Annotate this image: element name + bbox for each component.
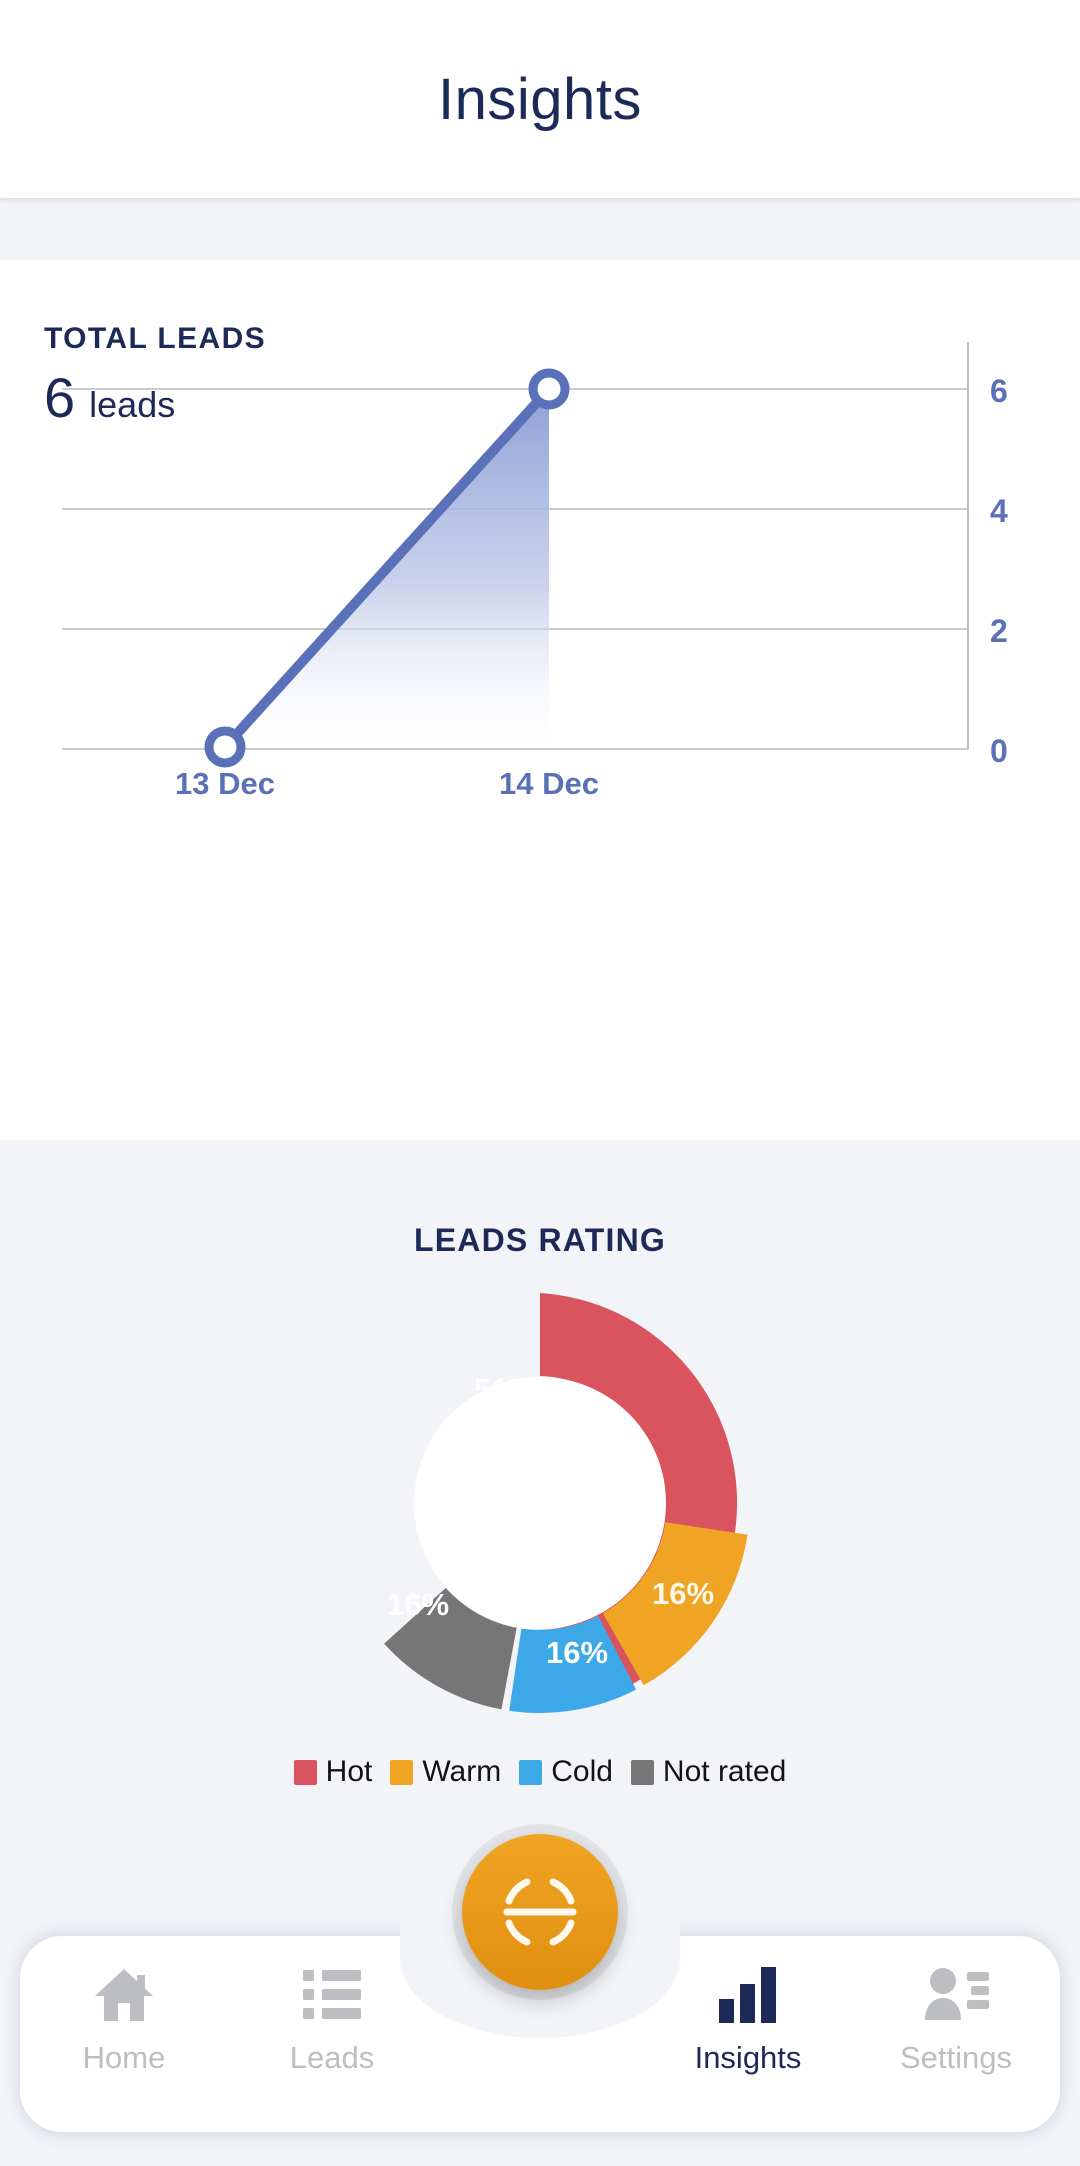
y-tick-label-2: 2 [990,613,1008,649]
donut-chart-svg: 51% 16% 16% 16% [384,1293,748,1713]
legend-label-warm: Warm [422,1755,502,1788]
y-tick-label-0: 0 [990,733,1008,769]
legend-label-cold: Cold [551,1755,613,1788]
insights-screen: Insights TOTAL LEADS 6 leads 6 4 2 0 13 … [0,0,1080,2166]
x-tick-label-13-dec: 13 Dec [175,766,275,801]
donut-label-warm: 16% [652,1576,714,1611]
leads-rating-donut-chart: 51% 16% 16% 16% [232,1278,848,1728]
total-leads-card: TOTAL LEADS 6 leads 6 4 2 0 13 Dec 14 De… [0,260,1080,1140]
header-gap-strip [0,198,1080,260]
leads-rating-title: LEADS RATING [413,1222,667,1258]
x-tick-label-14-dec: 14 Dec [499,766,599,801]
legend-item-hot[interactable]: Hot [293,1755,373,1789]
bar-chart-icon [712,1962,784,2028]
donut-label-cold: 16% [546,1635,608,1670]
data-point-marker[interactable] [204,726,246,768]
legend-label-hot: Hot [325,1755,373,1788]
contact-card-icon [920,1962,992,2028]
scan-fab-button[interactable] [462,1834,618,1990]
legend-swatch-not-rated [630,1759,654,1785]
nav-item-settings[interactable]: Settings [852,1936,1060,2132]
y-tick-label-6: 6 [990,373,1008,409]
line-chart-svg: 6 4 2 0 13 Dec 14 Dec [62,342,1008,801]
nav-label-settings: Settings [899,2040,1012,2075]
legend-swatch-cold [519,1759,543,1785]
donut-label-hot: 51% [474,1372,536,1407]
legend-item-not-rated[interactable]: Not rated [630,1755,787,1789]
nav-label-home: Home [82,2040,166,2075]
app-header: Insights [0,0,1080,198]
legend-label-not-rated: Not rated [662,1755,787,1788]
home-icon [88,1962,160,2028]
y-tick-label-4: 4 [990,493,1008,529]
nav-item-home[interactable]: Home [20,1936,228,2132]
legend-item-cold[interactable]: Cold [519,1755,613,1789]
list-icon [296,1962,368,2028]
nav-label-leads: Leads [289,2040,375,2075]
data-point-marker[interactable] [528,368,570,410]
total-leads-line-chart: 6 4 2 0 13 Dec 14 Dec [0,342,1080,932]
leads-rating-legend: Hot Warm Cold Not rated [0,1755,1080,1789]
donut-label-not-rated: 16% [387,1587,449,1622]
page-title: Insights [438,66,642,132]
legend-swatch-warm [390,1759,414,1785]
scan-icon [503,1878,577,1946]
nav-label-insights: Insights [694,2040,802,2075]
legend-swatch-hot [293,1759,317,1785]
legend-item-warm[interactable]: Warm [390,1755,501,1789]
donut-hole [414,1377,666,1629]
